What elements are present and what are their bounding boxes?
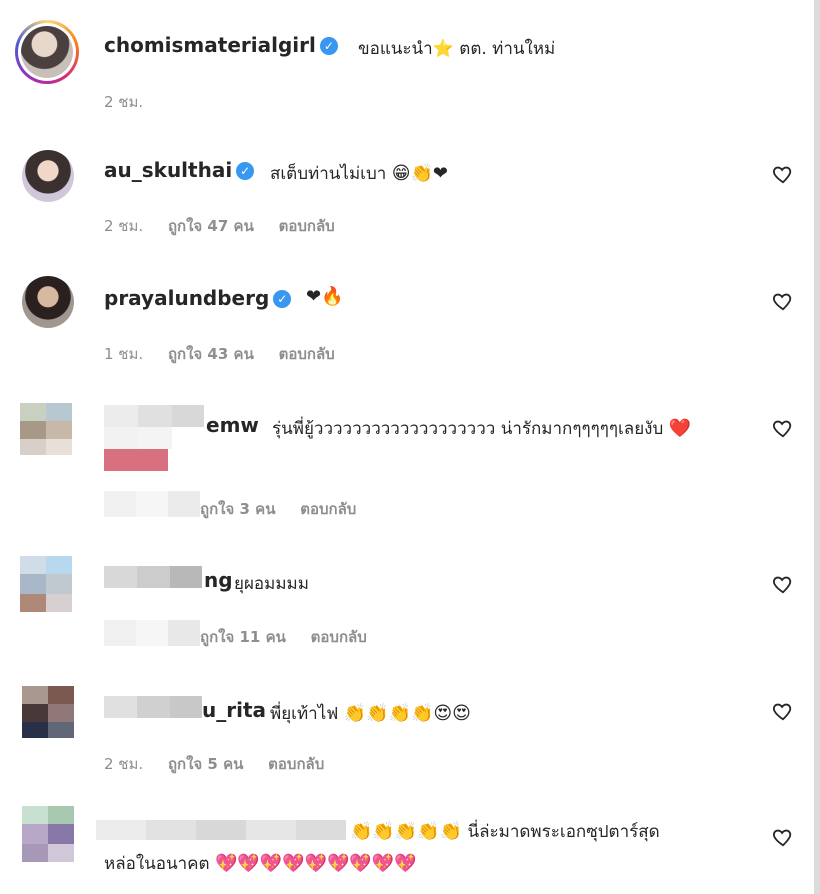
pixelated-username: [104, 405, 204, 471]
reply-button[interactable]: ตอบกลับ: [311, 628, 367, 646]
pixelated-meta: [104, 620, 200, 646]
comment-emojis: ❤️: [668, 418, 692, 439]
heart-outline-icon[interactable]: [772, 417, 794, 439]
heart-outline-icon[interactable]: [772, 163, 794, 185]
comment-emojis: 👏👏👏👏😍😍: [343, 703, 471, 724]
comment-likes[interactable]: ถูกใจ 3 คน: [200, 500, 275, 518]
comment-username[interactable]: emw: [206, 413, 259, 437]
comment-meta: 2 ชม. ถูกใจ 47 คน ตอบกลับ: [104, 214, 355, 238]
comment-time: 1 ชม.: [104, 345, 144, 363]
comment-username-text[interactable]: au_skulthai: [104, 158, 232, 182]
verified-badge-icon: ✓: [236, 162, 255, 180]
comment-username[interactable]: au_skulthai ✓: [104, 158, 255, 182]
comment-body: พี่ยุเท้าไฟ: [270, 704, 339, 724]
heart-outline-icon[interactable]: [772, 573, 794, 595]
pixelated-avatar: [22, 806, 74, 862]
comment-emojis: ❤🔥: [306, 286, 344, 307]
author-avatar[interactable]: [15, 20, 79, 84]
pixelated-meta: [104, 491, 200, 517]
comment-item: au_skulthai ✓ สเต็บท่านไม่เบา 😁👏❤ 2 ชม. ถ…: [0, 140, 812, 250]
comment-likes[interactable]: ถูกใจ 47 คน: [168, 217, 254, 235]
comment-emojis: 😁👏❤: [391, 163, 448, 184]
comment-time: 2 ชม.: [104, 217, 144, 235]
heart-outline-icon[interactable]: [772, 700, 794, 722]
comment-text-line2: หล่อในอนาคต 💖💖💖💖💖💖💖💖💖: [104, 850, 417, 877]
comment-text: ❤🔥: [306, 286, 344, 307]
pixelated-avatar: [20, 403, 72, 455]
avatar[interactable]: [22, 150, 74, 202]
comment-text: รุ่นพี่ยู้ววววววววววววววววววว น่ารักมากๆ…: [272, 415, 691, 442]
pixelated-avatar: [20, 556, 72, 612]
comment-emojis: 💖💖💖💖💖💖💖💖💖: [214, 853, 417, 874]
caption-text: ขอแนะนำ⭐ ตต. ท่านใหม่: [358, 39, 556, 59]
comment-meta: ถูกใจ 3 คน ตอบกลับ: [200, 497, 376, 521]
pixelated-username: [104, 696, 202, 718]
reply-button[interactable]: ตอบกลับ: [268, 755, 324, 773]
comment-emojis: 👏👏👏👏👏: [350, 821, 463, 842]
pixelated-username: [104, 566, 202, 588]
comment-username[interactable]: prayalundberg ✓: [104, 286, 292, 310]
verified-badge-icon: ✓: [273, 290, 292, 308]
comment-time: 2 ชม.: [104, 755, 144, 773]
avatar[interactable]: [22, 276, 74, 328]
comment-body: หล่อในอนาคต: [104, 854, 210, 874]
comment-text: 👏👏👏👏👏 นี่ล่ะมาดพระเอกซุปตาร์สุด: [350, 818, 660, 845]
heart-outline-icon[interactable]: [772, 290, 794, 312]
pixelated-username: [96, 820, 346, 840]
author-username-text[interactable]: chomismaterialgirl: [104, 33, 316, 57]
comment-body: รุ่นพี่ยู้ววววววววววววววววววว น่ารักมากๆ…: [272, 419, 664, 439]
pixelated-avatar: [22, 686, 74, 738]
comment-text: สเต็บท่านไม่เบา 😁👏❤: [270, 160, 448, 187]
comment-body: สเต็บท่านไม่เบา: [270, 164, 387, 184]
comment-text: ยุผอมมมม: [234, 574, 309, 594]
comment-item: emw รุ่นพี่ยู้ววววววววววววววววววว น่ารัก…: [0, 395, 812, 525]
comment-meta: 2 ชม. ถูกใจ 5 คน ตอบกลับ: [104, 752, 344, 776]
comment-username[interactable]: u_rita: [202, 698, 266, 722]
comment-body: นี่ล่ะมาดพระเอกซุปตาร์สุด: [467, 822, 660, 842]
comment-meta: ถูกใจ 11 คน ตอบกลับ: [200, 625, 387, 649]
comment-item: 👏👏👏👏👏 นี่ล่ะมาดพระเอกซุปตาร์สุด หล่อในอน…: [0, 800, 812, 894]
comment-meta: 1 ชม. ถูกใจ 43 คน ตอบกลับ: [104, 342, 355, 366]
comment-item: ng ยุผอมมมม ถูกใจ 11 คน ตอบกลับ: [0, 550, 812, 660]
reply-button[interactable]: ตอบกลับ: [279, 345, 335, 363]
comment-item: prayalundberg ✓ ❤🔥 1 ชม. ถูกใจ 43 คน ตอบก…: [0, 268, 812, 378]
verified-badge-icon: ✓: [319, 37, 338, 55]
reply-button[interactable]: ตอบกลับ: [300, 500, 356, 518]
heart-outline-icon[interactable]: [772, 826, 794, 848]
window-edge: [814, 0, 820, 894]
comment-username-text[interactable]: prayalundberg: [104, 286, 269, 310]
comment-item: u_rita พี่ยุเท้าไฟ 👏👏👏👏😍😍 2 ชม. ถูกใจ 5 …: [0, 680, 812, 790]
post-caption: chomismaterialgirl ✓ ขอแนะนำ⭐ ตต. ท่านใหม…: [0, 0, 812, 130]
comment-likes[interactable]: ถูกใจ 43 คน: [168, 345, 254, 363]
comment-text: พี่ยุเท้าไฟ 👏👏👏👏😍😍: [270, 700, 471, 727]
post-time: 2 ชม.: [104, 93, 144, 111]
reply-button[interactable]: ตอบกลับ: [279, 217, 335, 235]
comment-username[interactable]: ng: [204, 568, 233, 592]
comment-likes[interactable]: ถูกใจ 5 คน: [168, 755, 243, 773]
comment-likes[interactable]: ถูกใจ 11 คน: [200, 628, 286, 646]
author-username[interactable]: chomismaterialgirl ✓: [104, 33, 338, 57]
